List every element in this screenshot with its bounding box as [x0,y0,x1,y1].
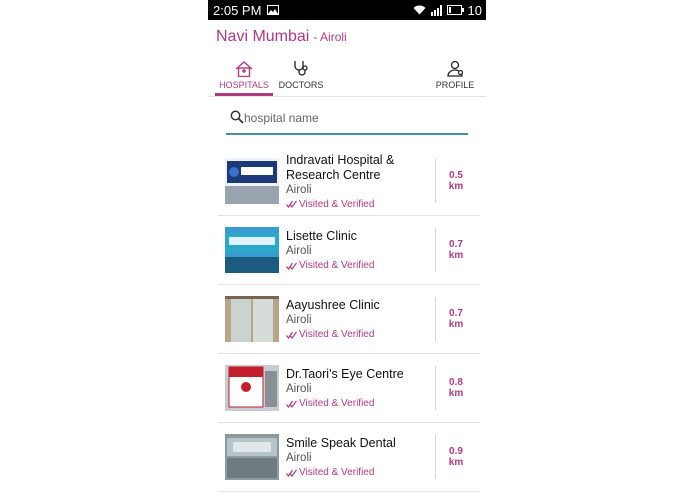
tab-profile-label: PROFILE [435,80,475,90]
area-name: - Airoli [313,30,347,44]
distance-unit: km [448,457,464,468]
distance-value: 0.9 [449,446,463,457]
hospital-name: Dr.Taori's Eye Centre [286,367,404,381]
status-time: 2:05 PM [213,2,262,18]
list-item[interactable]: Smile Speak Dental Airoli Visited & Veri… [218,423,480,492]
verified-status: Visited & Verified [286,260,435,271]
profile-icon [447,60,464,77]
hospital-thumbnail [225,296,279,342]
double-check-icon [286,469,297,477]
city-name: Navi Mumbai [216,28,310,45]
hospital-name: Indravati Hospital & Research Centre [286,152,395,182]
double-check-icon [286,400,297,408]
hospital-name: Lisette Clinic [286,229,357,243]
image-notification-icon [267,5,280,15]
hospital-info: Dr.Taori's Eye Centre Airoli Visited & V… [286,367,435,409]
app-screen: 2:05 PM 10 Navi Mumbai - Airoli HOSPITAL… [208,0,486,494]
verified-label: Visited & Verified [299,198,375,210]
verified-status: Visited & Verified [286,199,435,210]
hospital-location: Airoli [286,183,312,196]
hospital-info: Smile Speak Dental Airoli Visited & Veri… [286,436,435,478]
battery-level: 10 [467,2,482,18]
hospital-list: Indravati Hospital & Research Centre Air… [208,147,486,492]
hospital-location: Airoli [286,245,312,257]
signal-icon [430,4,442,16]
distance-badge: 0.9 km [435,435,476,479]
hospital-search-input[interactable] [226,105,468,131]
distance-value: 0.7 [449,239,463,250]
verified-status: Visited & Verified [286,467,435,478]
hospital-location: Airoli [286,452,312,464]
verified-label: Visited & Verified [299,329,375,340]
distance-unit: km [448,181,464,192]
hospital-thumbnail [225,434,279,480]
hospital-thumbnail [225,365,279,411]
hospital-icon [235,61,253,77]
distance-value: 0.7 [449,308,463,319]
hospital-info: Indravati Hospital & Research Centre Air… [286,153,435,210]
status-bar: 2:05 PM 10 [208,0,486,20]
tab-doctors[interactable]: DOCTORS [275,54,327,96]
location-header[interactable]: Navi Mumbai - Airoli [208,20,486,54]
distance-badge: 0.5 km [435,159,476,203]
hospital-name: Smile Speak Dental [286,436,396,450]
hospital-info: Aayushree Clinic Airoli Visited & Verifi… [286,298,435,340]
distance-badge: 0.7 km [435,228,476,272]
tab-hospitals-label: HOSPITALS [219,80,269,90]
verified-status: Visited & Verified [286,329,435,340]
verified-label: Visited & Verified [299,260,375,271]
distance-badge: 0.8 km [435,366,476,410]
distance-unit: km [448,250,464,261]
hospital-thumbnail [225,158,279,204]
double-check-icon [286,262,297,270]
verified-label: Visited & Verified [299,467,375,478]
search-icon [230,110,244,124]
list-item[interactable]: Indravati Hospital & Research Centre Air… [218,147,480,216]
verified-status: Visited & Verified [286,398,435,409]
distance-value: 0.5 [449,170,463,181]
hospital-location: Airoli [286,314,312,326]
verified-label: Visited & Verified [299,398,375,409]
distance-value: 0.8 [449,377,463,388]
wifi-icon [413,5,426,15]
distance-unit: km [448,319,464,330]
hospital-thumbnail [225,227,279,273]
status-icons: 10 [413,3,482,18]
list-item[interactable]: Dr.Taori's Eye Centre Airoli Visited & V… [218,354,480,423]
list-item[interactable]: Lisette Clinic Airoli Visited & Verified… [218,216,480,285]
tab-hospitals[interactable]: HOSPITALS [215,54,273,96]
battery-icon [446,5,464,15]
search-bar [226,105,468,135]
hospital-location: Airoli [286,383,312,395]
hospital-name: Aayushree Clinic [286,298,380,312]
tab-profile[interactable]: PROFILE [430,54,480,96]
double-check-icon [286,331,297,339]
tab-doctors-label: DOCTORS [278,80,324,90]
hospital-info: Lisette Clinic Airoli Visited & Verified [286,229,435,271]
distance-unit: km [448,388,464,399]
tab-bar: HOSPITALS DOCTORS PROFILE [208,54,486,97]
double-check-icon [286,200,297,208]
stethoscope-icon [294,61,308,76]
list-item[interactable]: Aayushree Clinic Airoli Visited & Verifi… [218,285,480,354]
distance-badge: 0.7 km [435,297,476,341]
